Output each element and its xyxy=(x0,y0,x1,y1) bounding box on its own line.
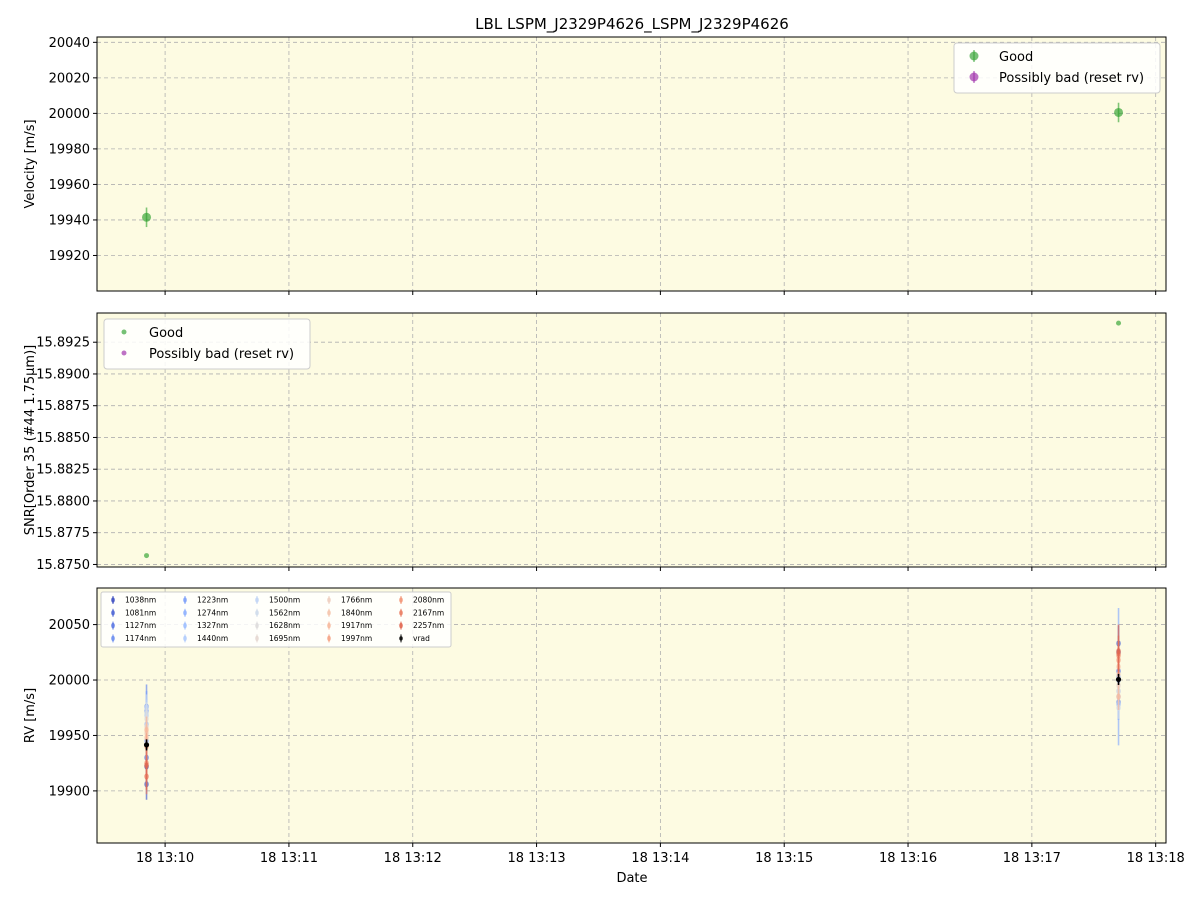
legend-label: Possibly bad (reset rv) xyxy=(149,347,294,362)
x-tick-label: 18 13:14 xyxy=(631,851,689,866)
legend-marker xyxy=(255,635,259,642)
rv-point xyxy=(1116,647,1121,655)
y-tick-label: 20000 xyxy=(49,674,90,689)
y-tick-label: 15.8775 xyxy=(36,526,90,541)
x-tick-label: 18 13:15 xyxy=(755,851,813,866)
legend-label: 1917nm xyxy=(341,621,372,630)
legend-marker xyxy=(183,610,187,616)
legend-label: 1127nm xyxy=(125,621,156,630)
legend-marker xyxy=(121,350,127,356)
y-tick-label: 20050 xyxy=(49,618,90,633)
y-tick-label: 20000 xyxy=(49,107,90,122)
y-tick-label: 19940 xyxy=(49,213,90,228)
legend-label: Good xyxy=(999,50,1033,65)
y-axis-label: RV [m/s] xyxy=(23,688,38,743)
legend-marker xyxy=(183,622,187,629)
y-tick-label: 19980 xyxy=(49,142,90,157)
legend-label: 1695nm xyxy=(269,634,300,643)
legend-marker xyxy=(327,610,331,616)
legend-marker xyxy=(969,51,979,61)
x-tick-label: 18 13:18 xyxy=(1127,851,1185,866)
legend-marker xyxy=(183,597,187,603)
y-tick-label: 19920 xyxy=(49,249,90,264)
chart-title: LBL LSPM_J2329P4626_LSPM_J2329P4626 xyxy=(475,15,789,34)
legend-label: 1274nm xyxy=(197,608,228,617)
data-point-good xyxy=(142,212,152,222)
legend-marker xyxy=(255,597,259,603)
legend: Good Possibly bad (reset rv) xyxy=(103,318,311,370)
legend-marker xyxy=(111,622,115,629)
legend-label: 1174nm xyxy=(125,634,156,643)
y-tick-label: 19950 xyxy=(49,729,90,744)
legend-label: 2080nm xyxy=(413,596,444,605)
y-tick-label: 15.8925 xyxy=(36,336,90,351)
legend-label: Possibly bad (reset rv) xyxy=(999,71,1144,86)
legend-label: 2257nm xyxy=(413,621,444,630)
y-tick-label: 20040 xyxy=(49,36,90,51)
legend-label: 1562nm xyxy=(269,608,300,617)
y-tick-label: 15.8750 xyxy=(36,558,90,573)
legend-marker xyxy=(399,622,403,629)
x-tick-label: 18 13:12 xyxy=(384,851,442,866)
panel-3: 19900 19950 20000 20050 18 13:10 18 13:11 18 1… xyxy=(23,587,1185,866)
panel-2: 15.8750 15.8775 15.8800 15.8825 15.8850 15.88… xyxy=(23,312,1167,573)
legend-label: 2167nm xyxy=(413,608,444,617)
rv-point xyxy=(144,762,149,769)
figure: 19920 19940 19960 19980 20000 20020 20040 Veloc… xyxy=(23,15,1185,886)
legend-marker xyxy=(327,635,331,642)
legend-label: 1766nm xyxy=(341,596,372,605)
legend-label: 1038nm xyxy=(125,596,156,605)
legend-label: Good xyxy=(149,326,183,341)
legend-marker xyxy=(399,610,403,616)
y-tick-label: 15.8825 xyxy=(36,463,90,478)
legend-marker xyxy=(111,597,115,603)
legend-marker xyxy=(327,622,331,629)
data-point-good xyxy=(1116,320,1122,326)
legend: Good Possibly bad (reset rv) xyxy=(953,42,1161,94)
legend-label: 1997nm xyxy=(341,634,372,643)
legend-label: 1223nm xyxy=(197,596,228,605)
data-point-good xyxy=(1114,107,1124,117)
y-axis-label: SNR[Order 35 (#44 1.75μm)] xyxy=(23,345,38,536)
x-axis-label: Date xyxy=(616,871,647,886)
legend-marker xyxy=(399,597,403,603)
y-tick-label: 15.8900 xyxy=(36,367,90,382)
legend-label: 1327nm xyxy=(197,621,228,630)
data-point-good xyxy=(144,553,150,559)
legend-marker xyxy=(969,72,979,82)
legend-label: 1440nm xyxy=(197,634,228,643)
y-tick-label: 15.8875 xyxy=(36,399,90,414)
legend-marker xyxy=(121,329,127,335)
legend-label: 1628nm xyxy=(269,621,300,630)
legend-marker xyxy=(111,610,115,616)
legend-marker xyxy=(327,597,331,603)
x-tick-label: 18 13:11 xyxy=(260,851,318,866)
y-axis-label: Velocity [m/s] xyxy=(23,119,38,208)
legend-marker xyxy=(183,635,187,642)
x-tick-label: 18 13:10 xyxy=(136,851,194,866)
legend-marker xyxy=(111,635,115,642)
legend: 1038nm 1081nm 1127nm 1174nm 1223nm 1274nm 1327… xyxy=(100,591,452,648)
x-tick-label: 18 13:17 xyxy=(1003,851,1061,866)
legend-label: 1081nm xyxy=(125,608,156,617)
legend-marker xyxy=(399,636,403,641)
y-tick-label: 19960 xyxy=(49,178,90,193)
y-tick-label: 15.8800 xyxy=(36,494,90,509)
panel-1: 19920 19940 19960 19980 20000 20020 20040 Veloc… xyxy=(23,36,1167,295)
x-tick-label: 18 13:16 xyxy=(879,851,937,866)
y-tick-label: 15.8850 xyxy=(36,431,90,446)
rv-point xyxy=(1116,693,1121,700)
legend-marker xyxy=(255,622,259,629)
rv-point xyxy=(144,726,149,734)
legend-label: 1500nm xyxy=(269,596,300,605)
legend-marker xyxy=(255,610,259,616)
legend-label: 1840nm xyxy=(341,608,372,617)
x-tick-label: 18 13:13 xyxy=(507,851,565,866)
y-tick-label: 19900 xyxy=(49,784,90,799)
legend-label: vrad xyxy=(413,634,430,643)
y-tick-label: 20020 xyxy=(49,71,90,86)
rv-point xyxy=(1115,676,1122,683)
rv-point xyxy=(143,742,150,748)
